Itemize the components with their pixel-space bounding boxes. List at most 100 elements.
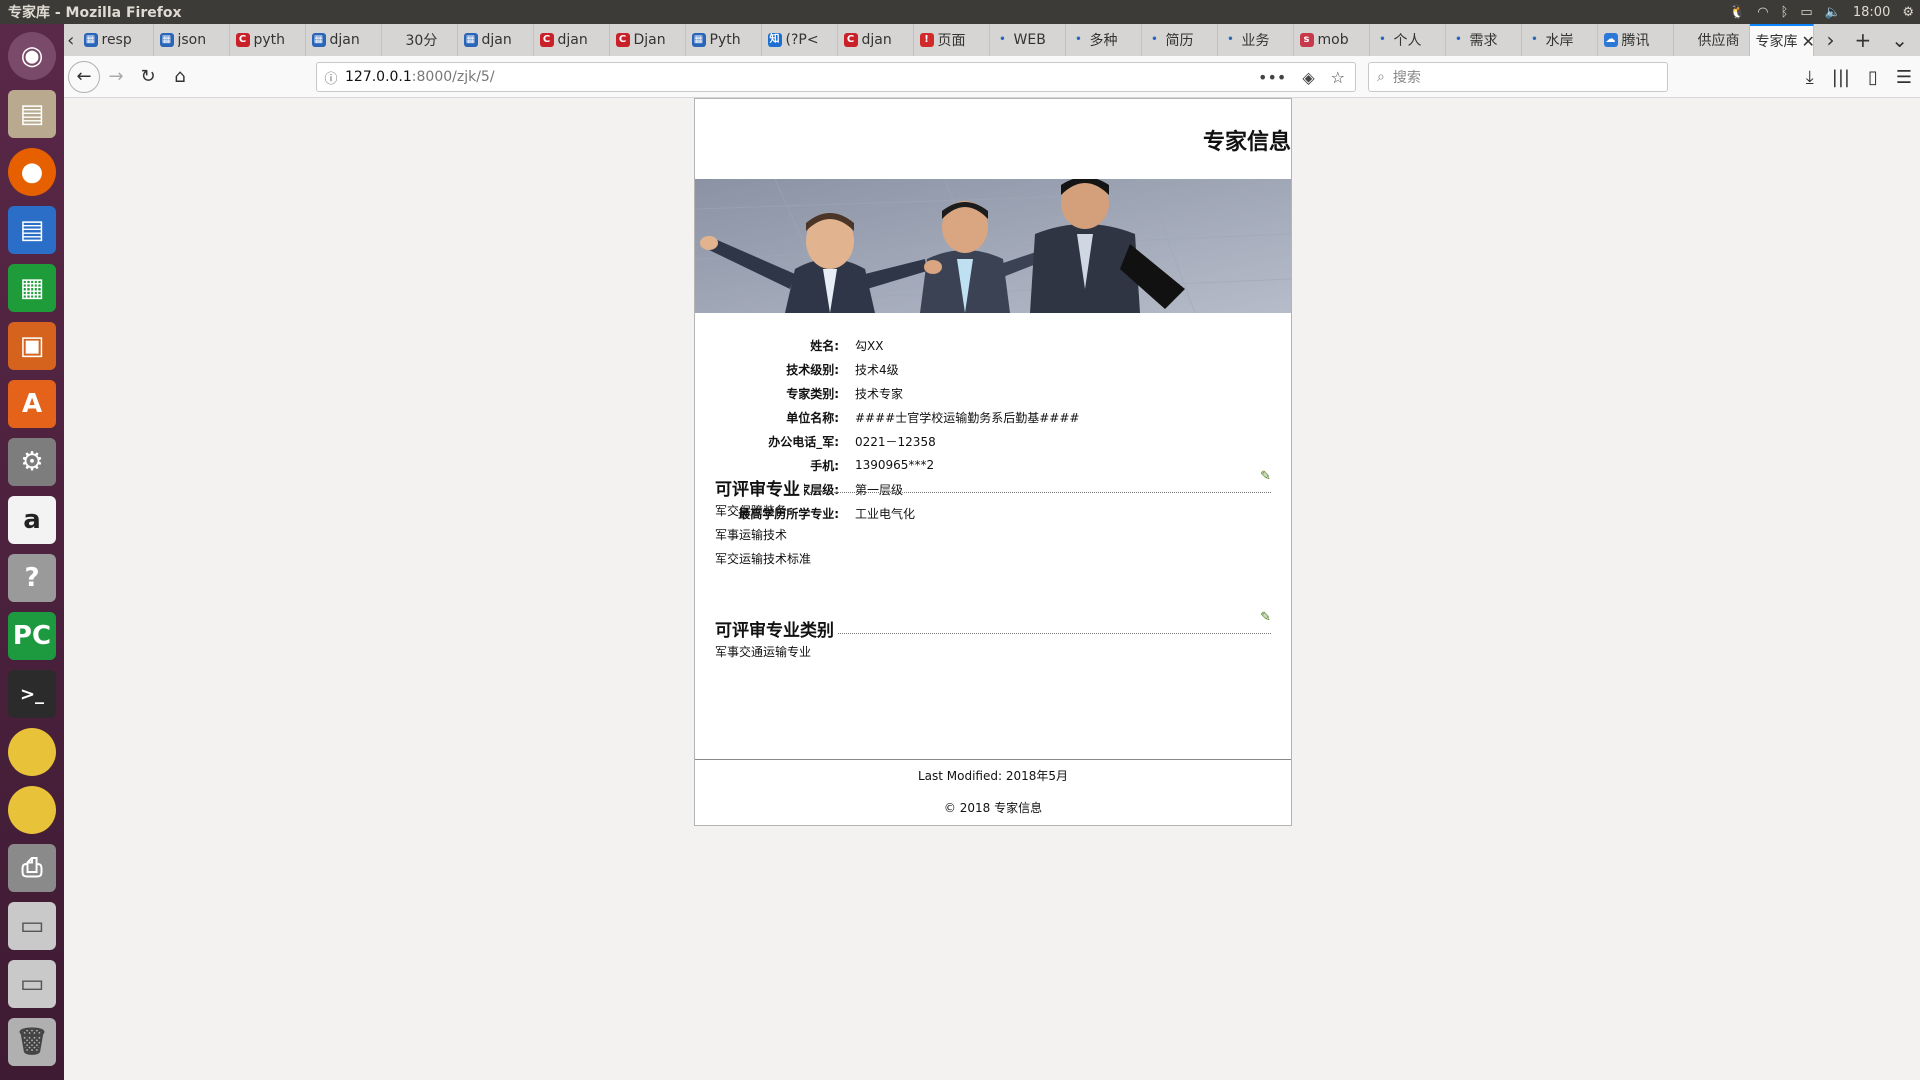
tab-label: djan [557,32,588,48]
info-value: 技术专家 [855,386,904,401]
wifi-icon[interactable]: ◠ [1757,5,1768,20]
amazon-icon[interactable]: a [8,496,56,544]
tab-label: 多种 [1089,33,1118,49]
bluetooth-icon[interactable]: ᛒ [1781,5,1789,20]
volume-icon[interactable]: 🔈 [1825,5,1841,20]
new-tab-icon[interactable]: + [1854,28,1871,52]
tab[interactable]: • 简历 [1142,24,1218,56]
forward-button[interactable]: → [100,61,132,93]
terminal-icon[interactable]: >_ [8,670,56,718]
home-icon: ⌂ [174,66,186,87]
tab[interactable]: • 业务 [1218,24,1294,56]
home-button[interactable]: ⌂ [164,61,196,93]
tab-scroll-right-icon[interactable]: › [1826,28,1834,52]
tab[interactable]: • 水岸 [1522,24,1598,56]
tab-favicon-icon: ▦ [159,33,174,47]
bookmark-star-icon[interactable]: ☆ [1331,68,1345,87]
tab[interactable]: ▦ djan [458,24,534,56]
tab-favicon-icon: 知 [767,33,782,47]
tab-label: 个人 [1393,33,1422,49]
pycharm-icon[interactable]: PC [8,612,56,660]
tab[interactable]: C Djan [610,24,686,56]
url-bar[interactable]: ⓘ 127.0.0.1:8000/zjk/5/ ••• ◈ ☆ [316,62,1356,92]
section-header: 可评审专业 ✎ [715,469,1271,500]
tab[interactable]: Cdjan [838,24,914,56]
download-icon[interactable]: ⤓ [1806,67,1814,88]
drive-icon-1[interactable]: ▭ [8,902,56,950]
clock[interactable]: 18:00 [1853,5,1890,20]
tab[interactable]: 知 (?P< [762,24,838,56]
software-center-icon[interactable]: A [8,380,56,428]
tab[interactable]: ▦ resp [78,24,154,56]
tab[interactable]: • 个人 [1370,24,1446,56]
search-input[interactable]: ⌕ 搜索 [1368,62,1668,92]
tab-label: 业务 [1241,33,1270,49]
tab-active[interactable]: 专家库 ✕ [1749,24,1815,56]
writer-icon[interactable]: ▤ [8,206,56,254]
tab-label: Pyth [709,32,741,48]
settings-gear-icon[interactable]: ⚙ [1902,5,1914,20]
tab[interactable]: ▦ djan [306,24,382,56]
system-settings-icon[interactable]: ⚙ [8,438,56,486]
page-title: 专家信息 [1202,130,1291,155]
tab[interactable]: Cdjan [534,24,610,56]
menu-icon[interactable]: ☰ [1896,67,1912,88]
calc-icon[interactable]: ▦ [8,264,56,312]
app-yellow-icon-1[interactable] [8,728,56,776]
tab[interactable]: Cpyth [230,24,306,56]
page-actions-icon[interactable]: ••• [1258,68,1286,87]
tab-label: 30分 [405,33,438,49]
tab[interactable]: ! 页面 [914,24,990,56]
sidebar-icon[interactable]: ▯ [1868,67,1878,88]
tab[interactable]: 30分 [382,24,458,56]
info-label: 姓名: [810,338,839,353]
qq-icon[interactable]: 🐧 [1729,5,1745,20]
reload-button[interactable]: ↻ [132,61,164,93]
tab[interactable]: • 多种 [1066,24,1142,56]
tab[interactable]: ▦ json [154,24,230,56]
navigation-bar: ← → ↻ ⌂ ⓘ 127.0.0.1:8000/zjk/5/ ••• ◈ ☆ … [64,56,1920,98]
tab[interactable]: • WEB [990,24,1066,56]
tab-scroll-left-icon[interactable]: ‹ [64,24,78,56]
info-value: 0221－12358 [855,434,936,449]
edit-pencil-icon[interactable]: ✎ [1260,610,1271,625]
tab-label: json [177,32,207,48]
trash-icon[interactable]: 🗑 [8,1018,56,1066]
impress-icon[interactable]: ▣ [8,322,56,370]
tab-label: 腾讯 [1621,33,1650,49]
tab-label: 供应商 [1697,33,1740,49]
tab-favicon-icon: • [1223,33,1238,47]
section-item: 军交运输技术标准 [715,552,812,566]
info-icon[interactable]: ⓘ [317,68,345,87]
tab[interactable]: • 需求 [1446,24,1522,56]
tab-list-menu-icon[interactable]: ⌄ [1891,28,1908,52]
section-heading: 可评审专业类别 [715,616,838,641]
section-item: 军交保障装备 [715,504,788,518]
battery-icon[interactable]: ▭ [1800,5,1812,20]
tab[interactable]: ▦ Pyth [686,24,762,56]
help-icon[interactable]: ? [8,554,56,602]
files-icon[interactable]: ▤ [8,90,56,138]
tab[interactable]: 供应商 [1674,24,1750,56]
printer-icon[interactable]: ⎙ [8,844,56,892]
tab-label: WEB [1013,32,1046,48]
pocket-icon[interactable]: ◈ [1302,68,1314,87]
tab-favicon-icon: ☁ [1603,33,1618,47]
tab-label: (?P< [785,32,819,48]
info-value: 技术4级 [855,362,899,377]
library-icon[interactable]: ||| [1832,67,1850,88]
app-yellow-icon-2[interactable] [8,786,56,834]
drive-icon-2[interactable]: ▭ [8,960,56,1008]
edit-pencil-icon[interactable]: ✎ [1260,469,1271,484]
close-tab-icon[interactable]: ✕ [1802,32,1814,51]
tab[interactable]: ☁ 腾讯 [1598,24,1674,56]
section-header: 可评审专业类别 ✎ [715,610,1271,641]
tab-label: pyth [253,32,286,48]
tab[interactable]: s mob [1294,24,1370,56]
dash-home-icon[interactable]: ◉ [8,32,56,80]
expert-card: 专家信息 姓名: 勾XX 技术级别: 技术4级 专家类别: 技术专家 单位名称:… [694,98,1292,826]
tab-favicon-icon: C [539,33,554,47]
tab-label: 专家库 [1755,34,1798,50]
back-button[interactable]: ← [68,60,100,93]
firefox-icon[interactable]: ● [8,148,56,196]
